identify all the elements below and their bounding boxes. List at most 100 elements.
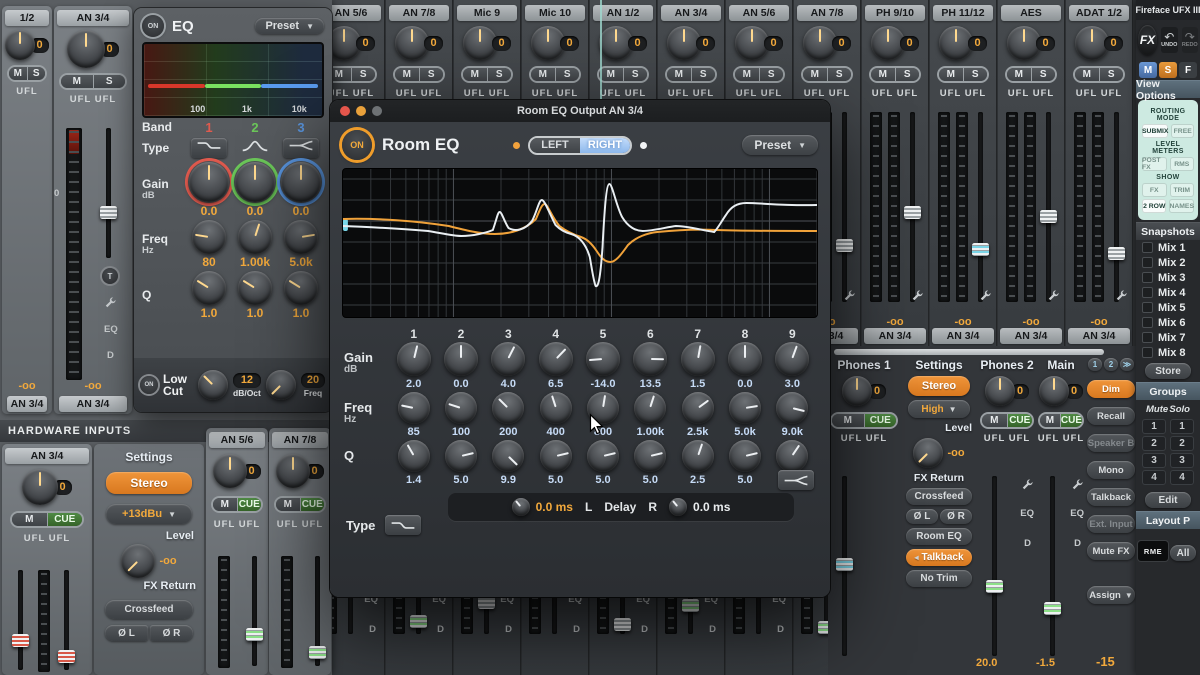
snapshot-select-box[interactable] [1142, 332, 1153, 343]
mute-button[interactable]: M [463, 68, 487, 81]
all-button[interactable]: All [1170, 545, 1196, 561]
q-knob[interactable] [634, 440, 666, 472]
gain-knob[interactable] [728, 342, 762, 376]
mute-button[interactable]: M [939, 68, 963, 81]
room-eq-preset-button[interactable]: Preset ▼ [742, 135, 818, 155]
group-mute-2[interactable]: 2 [1142, 436, 1166, 451]
eq-button[interactable]: EQ [1070, 508, 1084, 519]
gain-knob[interactable] [22, 469, 58, 505]
mono-button[interactable]: Mono [1087, 461, 1135, 479]
crossfeed-button[interactable]: Crossfeed [906, 488, 972, 505]
low-cut-slope-knob[interactable] [198, 370, 228, 400]
talkback-button[interactable]: ◂Talkback [906, 549, 972, 566]
freq-knob[interactable] [540, 392, 572, 424]
snapshot-select-box[interactable] [1142, 317, 1153, 328]
phones-source-dropdown[interactable]: High▼ [908, 400, 970, 418]
solo-button[interactable]: S [351, 68, 376, 81]
cue-button[interactable]: CUE [237, 498, 262, 511]
right-channel-button[interactable]: RIGHT [580, 138, 630, 153]
solo-button[interactable]: S [93, 75, 126, 88]
gain-knob[interactable] [67, 30, 105, 68]
volume-knob[interactable] [1039, 376, 1069, 406]
dynamics-button[interactable]: D [641, 624, 648, 635]
wrench-icon[interactable] [911, 289, 924, 302]
fader-handle[interactable] [682, 599, 699, 612]
q-knob[interactable] [192, 271, 226, 305]
fader-handle[interactable] [1108, 247, 1125, 260]
snapshot-mix-1[interactable]: Mix 1 [1136, 240, 1200, 255]
band2-type-button[interactable] [241, 139, 269, 158]
group-mute-3[interactable]: 3 [1142, 453, 1166, 468]
snapshot-select-box[interactable] [1142, 347, 1153, 358]
solo-button[interactable]: S [691, 68, 716, 81]
fader-handle[interactable] [12, 634, 29, 647]
snapshot-mix-8[interactable]: Mix 8 [1136, 345, 1200, 360]
talkback-button[interactable]: Talkback [1087, 488, 1135, 506]
mute-button[interactable]: M [9, 67, 27, 80]
freq-knob[interactable] [445, 392, 477, 424]
group-mute-4[interactable]: 4 [1142, 470, 1166, 485]
fader-handle[interactable] [100, 206, 117, 219]
q-knob[interactable] [238, 271, 272, 305]
room-eq-on-button[interactable]: ON [342, 130, 372, 160]
wrench-icon[interactable] [979, 289, 992, 302]
solo-button[interactable]: S [487, 68, 512, 81]
zoom-button[interactable] [372, 106, 382, 116]
dynamics-button[interactable]: D [777, 624, 784, 635]
dialog-titlebar[interactable]: Room EQ Output AN 3/4 [330, 100, 830, 122]
mute-button[interactable]: M [395, 68, 419, 81]
eq-button[interactable]: EQ [104, 324, 118, 335]
dynamics-button[interactable]: D [1074, 538, 1081, 549]
gain-knob[interactable] [397, 342, 431, 376]
phase-left-button[interactable]: Ø L [105, 625, 148, 641]
band1-type-button[interactable] [191, 138, 227, 158]
gain-knob[interactable] [281, 162, 321, 202]
left-channel-button[interactable]: LEFT [530, 138, 580, 153]
phase-right-button[interactable]: Ø R [150, 625, 193, 641]
dynamics-button[interactable]: D [505, 624, 512, 635]
assign-button[interactable]: Assign▼ [1087, 586, 1135, 604]
delay-left-knob[interactable] [512, 498, 530, 516]
q-knob[interactable] [284, 271, 318, 305]
bank-button-1[interactable]: 1 [1088, 358, 1102, 371]
solo-button[interactable]: S [27, 67, 46, 80]
mute-button[interactable]: M [1007, 68, 1031, 81]
ref-level-dropdown[interactable]: +13dBu ▼ [106, 504, 192, 524]
edit-button[interactable]: Edit [1145, 492, 1191, 508]
q-knob[interactable] [729, 440, 761, 472]
snapshot-select-box[interactable] [1142, 272, 1153, 283]
group-mute-1[interactable]: 1 [1142, 419, 1166, 434]
fader-handle[interactable] [836, 558, 853, 571]
tab-m[interactable]: M [1139, 62, 1157, 78]
low-cut-freq-knob[interactable] [266, 370, 296, 400]
room-eq-button[interactable]: Room EQ [906, 528, 972, 545]
freq-knob[interactable] [238, 220, 272, 254]
gain-knob[interactable] [681, 342, 715, 376]
dynamics-button[interactable]: D [573, 624, 580, 635]
mute-button[interactable]: M [12, 513, 47, 526]
mute-button[interactable]: M [276, 498, 300, 511]
volume-knob[interactable] [842, 376, 872, 406]
wrench-icon[interactable] [1021, 478, 1034, 491]
freq-knob[interactable] [284, 220, 318, 254]
snapshot-select-box[interactable] [1142, 242, 1153, 253]
gain-knob[interactable] [213, 454, 247, 488]
wrench-icon[interactable] [104, 296, 117, 309]
mute-button[interactable]: M [531, 68, 555, 81]
volume-knob[interactable] [985, 376, 1015, 406]
gain-knob[interactable] [633, 342, 667, 376]
q-knob[interactable] [540, 440, 572, 472]
q-knob[interactable] [682, 440, 714, 472]
gain-knob[interactable] [189, 162, 229, 202]
snapshot-mix-6[interactable]: Mix 6 [1136, 315, 1200, 330]
cue-button[interactable]: CUE [1007, 414, 1033, 427]
snapshot-select-box[interactable] [1142, 287, 1153, 298]
cue-button[interactable]: CUE [864, 414, 897, 427]
fader-handle[interactable] [986, 580, 1003, 593]
tab-s[interactable]: S [1159, 62, 1177, 78]
dynamics-button[interactable]: D [369, 624, 376, 635]
snapshot-select-box[interactable] [1142, 257, 1153, 268]
bank-button-2[interactable]: 2 [1104, 358, 1118, 371]
gain-knob[interactable] [491, 342, 525, 376]
gain-knob[interactable] [539, 342, 573, 376]
